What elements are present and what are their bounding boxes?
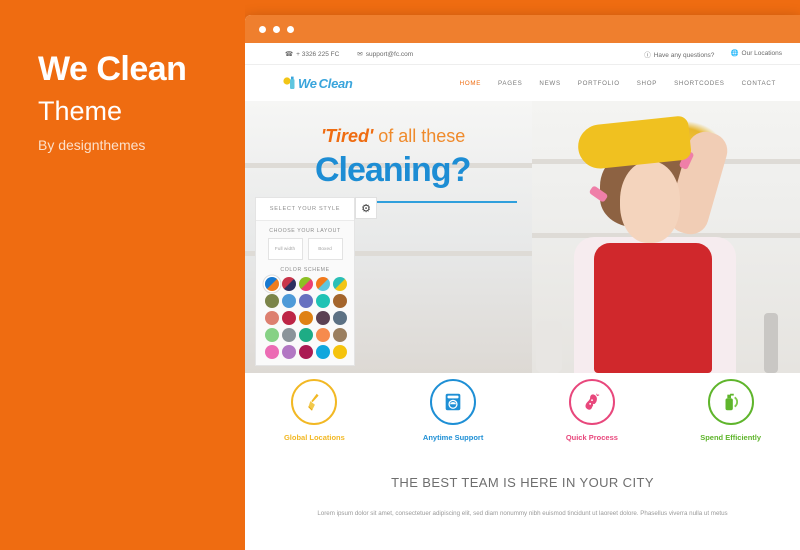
site-topbar: ☎ + 3326 225 FC ✉ support@fc.com ⓘ Have any…	[245, 43, 800, 65]
color-swatch-14[interactable]	[316, 311, 330, 325]
color-swatch-20[interactable]	[333, 328, 347, 342]
nav-item-shortcodes[interactable]: SHORTCODES	[674, 80, 725, 87]
nav-item-home[interactable]: HOME	[460, 80, 481, 87]
color-swatch-15[interactable]	[333, 311, 347, 325]
hero-photo-girl	[532, 101, 800, 373]
hero-banner: 'Tired' of all these Cleaning? SELECT YO…	[245, 101, 800, 373]
window-dot-close[interactable]	[259, 25, 266, 33]
color-swatch-17[interactable]	[282, 328, 296, 342]
info-icon: ⓘ	[644, 51, 651, 59]
color-swatch-3[interactable]	[299, 277, 313, 291]
color-swatch-19[interactable]	[316, 328, 330, 342]
color-swatch-1[interactable]	[265, 277, 279, 291]
switcher-layout-options: Full width Boxed	[256, 238, 354, 260]
promo-subtitle: Theme	[38, 96, 123, 126]
hero-headline-small: 'Tired' of all these	[321, 126, 465, 147]
hero-headline-large: Cleaning?	[315, 151, 471, 189]
color-swatch-12[interactable]	[282, 311, 296, 325]
team-title: THE BEST TEAM IS HERE IN YOUR CITY	[391, 475, 654, 490]
logo-text-clean: Clean	[318, 75, 353, 91]
color-swatch-5[interactable]	[333, 277, 347, 291]
nav-item-news[interactable]: NEWS	[539, 80, 560, 87]
topbar-locations[interactable]: 🌐 Our Locations	[730, 49, 782, 59]
switcher-layout-label: CHOOSE YOUR LAYOUT	[269, 228, 341, 234]
color-swatch-2[interactable]	[282, 277, 296, 291]
color-swatch-24[interactable]	[316, 345, 330, 359]
topbar-email[interactable]: ✉ support@fc.com	[357, 50, 413, 58]
layout-full-width-button[interactable]: Full width	[267, 238, 303, 260]
color-swatch-25[interactable]	[333, 345, 347, 359]
color-swatch-16[interactable]	[265, 328, 279, 342]
switcher-title: SELECT YOUR STYLE	[256, 198, 354, 221]
team-section: THE BEST TEAM IS HERE IN YOUR CITY Lorem…	[245, 461, 800, 519]
browser-window: ☎ + 3326 225 FC ✉ support@fc.com ⓘ Have any…	[245, 15, 800, 550]
spray-bottle-icon	[707, 379, 754, 425]
feature-label: Spend Efficiently	[700, 433, 762, 442]
color-swatch-4[interactable]	[316, 277, 330, 291]
hero-rest: of all these	[373, 126, 466, 146]
color-swatch-7[interactable]	[282, 294, 296, 308]
cleaning-bottle	[536, 321, 562, 373]
style-switcher-toggle[interactable]: ⚙	[355, 197, 377, 219]
nav-item-pages[interactable]: PAGES	[498, 80, 522, 87]
feature-label: Global Locations	[283, 433, 345, 442]
red-apron	[594, 243, 712, 373]
sponge-icon	[568, 379, 615, 425]
feature-item-3[interactable]: Quick Process	[523, 379, 662, 461]
color-swatch-10[interactable]	[333, 294, 347, 308]
color-swatch-13[interactable]	[299, 311, 313, 325]
promo-panel: We Clean Theme By designthemes	[0, 0, 245, 550]
promo-author: By designthemes	[38, 137, 146, 153]
color-swatch-22[interactable]	[282, 345, 296, 359]
color-swatch-6[interactable]	[265, 294, 279, 308]
color-swatch-9[interactable]	[316, 294, 330, 308]
faucet	[764, 313, 778, 373]
site-header: We Clean HOME PAGES NEWS PORTFOLIO SHOP SHORT…	[245, 65, 800, 101]
feature-item-1[interactable]: Global Locations	[245, 379, 384, 461]
main-navigation: HOME PAGES NEWS PORTFOLIO SHOP SHORTCODES CONT…	[460, 80, 784, 87]
feature-item-4[interactable]: Spend Efficiently	[661, 379, 800, 461]
site-logo[interactable]: We Clean	[283, 76, 353, 91]
washing-machine-icon	[430, 379, 477, 425]
feature-label: Anytime Support	[422, 433, 484, 442]
spray-bottle-icon	[283, 76, 295, 89]
envelope-icon: ✉	[357, 50, 363, 58]
nav-item-shop[interactable]: SHOP	[637, 80, 657, 87]
color-swatch-8[interactable]	[299, 294, 313, 308]
color-swatch-23[interactable]	[299, 345, 313, 359]
girl-face	[620, 161, 680, 243]
color-swatch-21[interactable]	[265, 345, 279, 359]
window-dot-minimize[interactable]	[273, 25, 280, 33]
feature-label: Quick Process	[565, 433, 618, 442]
hero-highlight: 'Tired'	[321, 126, 374, 146]
nav-item-portfolio[interactable]: PORTFOLIO	[578, 80, 620, 87]
layout-boxed-button[interactable]: Boxed	[307, 238, 343, 260]
feature-item-2[interactable]: Anytime Support	[384, 379, 523, 461]
globe-icon: 🌐	[730, 49, 739, 57]
switcher-color-label: COLOR SCHEME	[280, 267, 330, 273]
gear-icon: ⚙	[361, 202, 371, 215]
color-swatch-11[interactable]	[265, 311, 279, 325]
phone-icon: ☎	[285, 50, 294, 58]
window-dot-maximize[interactable]	[287, 25, 294, 33]
logo-text-we: We	[298, 75, 317, 91]
style-switcher-panel: SELECT YOUR STYLE CHOOSE YOUR LAYOUT Ful…	[255, 197, 355, 366]
page-title: We Clean	[38, 50, 187, 88]
feature-list: Global Locations Anytime Support Quick Pro…	[245, 373, 800, 461]
topbar-questions[interactable]: ⓘ Have any questions?	[644, 49, 714, 59]
color-swatch-grid	[256, 277, 354, 359]
color-swatch-18[interactable]	[299, 328, 313, 342]
team-description: Lorem ipsum dolor sit amet, consectetuer…	[317, 510, 728, 517]
nav-item-contact[interactable]: CONTACT	[742, 80, 776, 87]
browser-titlebar	[245, 15, 800, 43]
topbar-phone[interactable]: ☎ + 3326 225 FC	[285, 50, 339, 58]
broom-icon	[291, 379, 338, 425]
